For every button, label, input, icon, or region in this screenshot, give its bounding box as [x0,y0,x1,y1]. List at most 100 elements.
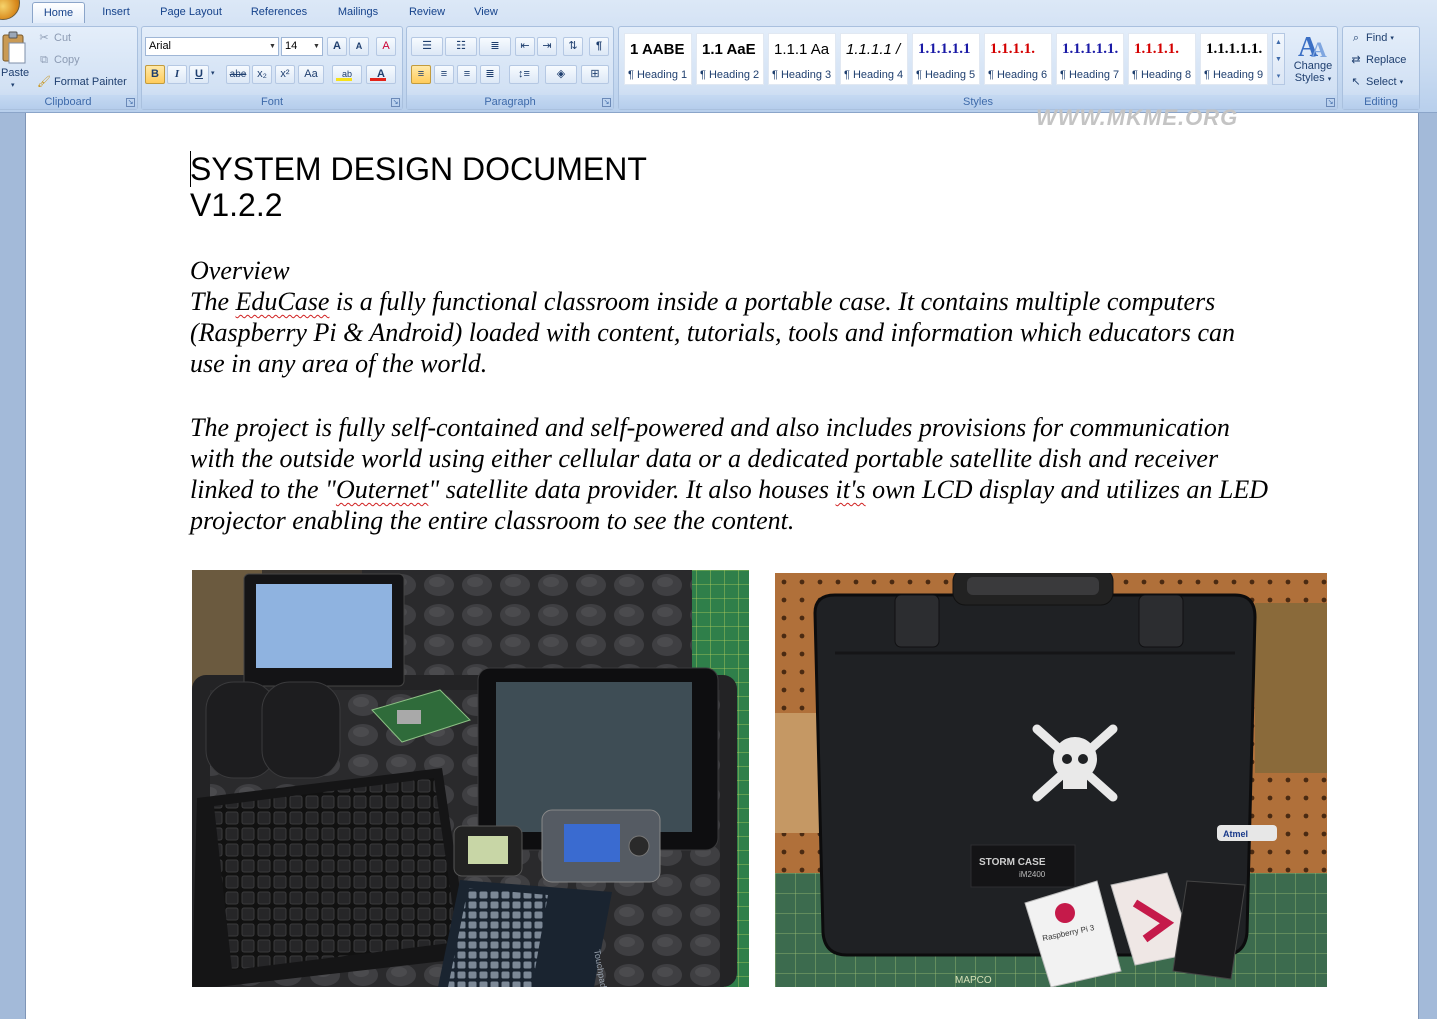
show-hide-button[interactable]: ¶ [589,37,609,56]
highlight-button[interactable]: ab [332,65,362,84]
style-tile-heading-5[interactable]: 1.1.1.1.1 ¶ Heading 5 [912,33,980,85]
title-line-1: SYSTEM DESIGN DOCUMENT [190,151,647,187]
numbering-button[interactable]: ☷ [445,37,477,56]
sort-icon: ⇅ [568,40,578,52]
spelling-error-educase[interactable]: EduCase [236,287,330,316]
header-watermark: WWW.MKME.ORG [1036,105,1239,130]
bold-button[interactable]: B [145,65,165,84]
paragraph-dialog-launcher[interactable]: ↘ [602,98,611,107]
replace-button[interactable]: ⇄ Replace [1349,53,1406,67]
select-label: Select [1366,76,1397,88]
font-dialog-launcher[interactable]: ↘ [391,98,400,107]
justify-icon: ≣ [485,68,495,80]
font-color-button[interactable]: A [366,65,396,84]
italic-button[interactable]: I [167,65,187,84]
tab-review[interactable]: Review [400,2,454,23]
editing-group: ⌕ Find ▾ ⇄ Replace ↖ Select ▾ Editing [1342,26,1420,110]
clipboard-dialog-launcher[interactable]: ↘ [126,98,135,107]
style-tile-heading-2[interactable]: 1.1 AaE ¶ Heading 2 [696,33,764,85]
chevron-up-icon[interactable]: ▲ [1273,34,1284,51]
decrease-indent-button[interactable]: ⇤ [515,37,535,56]
align-left-button[interactable]: ≡ [411,65,431,84]
style-tile-heading-9[interactable]: 1.1.1.1.1. ¶ Heading 9 [1200,33,1268,85]
superscript-button[interactable]: x² [275,65,295,84]
find-button[interactable]: ⌕ Find ▾ [1349,31,1394,45]
style-tile-heading-8[interactable]: 1.1.1.1. ¶ Heading 8 [1128,33,1196,85]
overview-paragraph[interactable]: Overview The EduCase is a fully function… [190,255,1270,379]
style-name: ¶ Heading 5 [916,69,976,81]
chevron-down-icon[interactable]: ▼ [1273,51,1284,68]
grammar-error-its[interactable]: it's [836,475,866,504]
style-tile-heading-7[interactable]: 1.1.1.1.1. ¶ Heading 7 [1056,33,1124,85]
subscript-icon: x₂ [257,68,267,80]
align-right-icon: ≡ [463,68,471,80]
cut-button[interactable]: ✂ Cut [37,31,71,45]
copy-button[interactable]: ⧉ Copy [37,53,80,67]
shading-button[interactable]: ◈ [545,65,577,84]
gallery-more-icon[interactable]: ▾ [1273,68,1284,85]
increase-indent-icon: ⇥ [542,40,552,52]
format-painter-label: Format Painter [54,76,127,88]
tab-insert[interactable]: Insert [92,2,140,23]
borders-button[interactable]: ⊞ [581,65,609,84]
line-spacing-button[interactable]: ↕≡ [509,65,539,84]
tab-page-layout[interactable]: Page Layout [150,2,232,23]
change-case-button[interactable]: Aa [298,65,324,84]
tab-mailings[interactable]: Mailings [326,2,390,23]
change-styles-label-2-wrap: Styles ▾ [1290,72,1336,84]
style-tile-heading-1[interactable]: 1 AABE ¶ Heading 1 [624,33,692,85]
style-tile-heading-4[interactable]: 1.1.1.1 / ¶ Heading 4 [840,33,908,85]
chevron-down-icon: ▾ [1390,35,1394,42]
tab-view[interactable]: View [464,2,508,23]
style-name: ¶ Heading 4 [844,69,904,81]
font-name-combo[interactable]: Arial ▼ [145,37,279,56]
format-painter-button[interactable]: 🖌 Format Painter [37,75,127,89]
sticker-label: Atmel [1223,829,1248,839]
tab-references[interactable]: References [242,2,316,23]
style-name: ¶ Heading 6 [988,69,1048,81]
photo-educase-closed-image: STORM CASE iM2400 Raspberry Pi 3 Atmel M… [775,573,1327,987]
change-styles-label-2: Styles [1294,72,1325,84]
change-styles-button[interactable]: A A Change Styles ▾ [1290,30,1336,94]
justify-button[interactable]: ≣ [480,65,500,84]
spelling-error-outernet[interactable]: Outernet [336,475,428,504]
multilevel-list-button[interactable]: ≣ [479,37,511,56]
bold-icon: B [151,68,159,80]
bullets-icon: ☰ [422,40,432,52]
paste-label: Paste [1,67,30,79]
styles-dialog-launcher[interactable]: ↘ [1326,98,1335,107]
style-tile-heading-6[interactable]: 1.1.1.1. ¶ Heading 6 [984,33,1052,85]
photo-educase-contents-image: Touchpad [192,570,749,987]
gallery-scroll[interactable]: ▲ ▼ ▾ [1272,33,1285,85]
document-title[interactable]: SYSTEM DESIGN DOCUMENT V1.2.2 [190,151,647,223]
borders-icon: ⊞ [590,68,600,80]
chevron-down-icon: ▼ [269,43,276,50]
tab-home[interactable]: Home [32,2,85,23]
style-name: ¶ Heading 1 [628,69,688,81]
chevron-down-icon[interactable]: ▾ [211,69,215,77]
subscript-button[interactable]: x₂ [252,65,272,84]
p1-text-b: is a fully functional classroom inside a… [190,287,1236,378]
style-sample: 1 AABE [630,41,685,58]
increase-indent-button[interactable]: ⇥ [537,37,557,56]
sort-button[interactable]: ⇅ [563,37,583,56]
align-center-button[interactable]: ≡ [434,65,454,84]
paste-button[interactable]: Paste ▾ [1,29,29,93]
select-button[interactable]: ↖ Select ▾ [1349,75,1403,89]
office-button[interactable] [0,0,20,20]
clear-formatting-button[interactable]: A [376,37,396,56]
style-tile-heading-3[interactable]: 1.1.1 Aa ¶ Heading 3 [768,33,836,85]
style-sample: 1.1.1.1.1. [1206,41,1263,57]
project-paragraph[interactable]: The project is fully self-contained and … [190,412,1270,536]
p2-text-b: " satellite data provider. It also house… [428,475,836,504]
document-page[interactable]: WWW.MKME.ORG SYSTEM DESIGN DOCUMENT V1.2… [25,105,1419,1019]
grow-font-button[interactable]: A [327,37,347,56]
strikethrough-button[interactable]: abe [226,65,250,84]
style-sample: 1.1.1.1 / [846,41,901,58]
align-right-button[interactable]: ≡ [457,65,477,84]
bullets-button[interactable]: ☰ [411,37,443,56]
shrink-font-button[interactable]: A [349,37,369,56]
underline-button[interactable]: U [189,65,209,84]
font-size-combo[interactable]: 14 ▼ [281,37,323,56]
numbering-icon: ☷ [456,40,466,52]
